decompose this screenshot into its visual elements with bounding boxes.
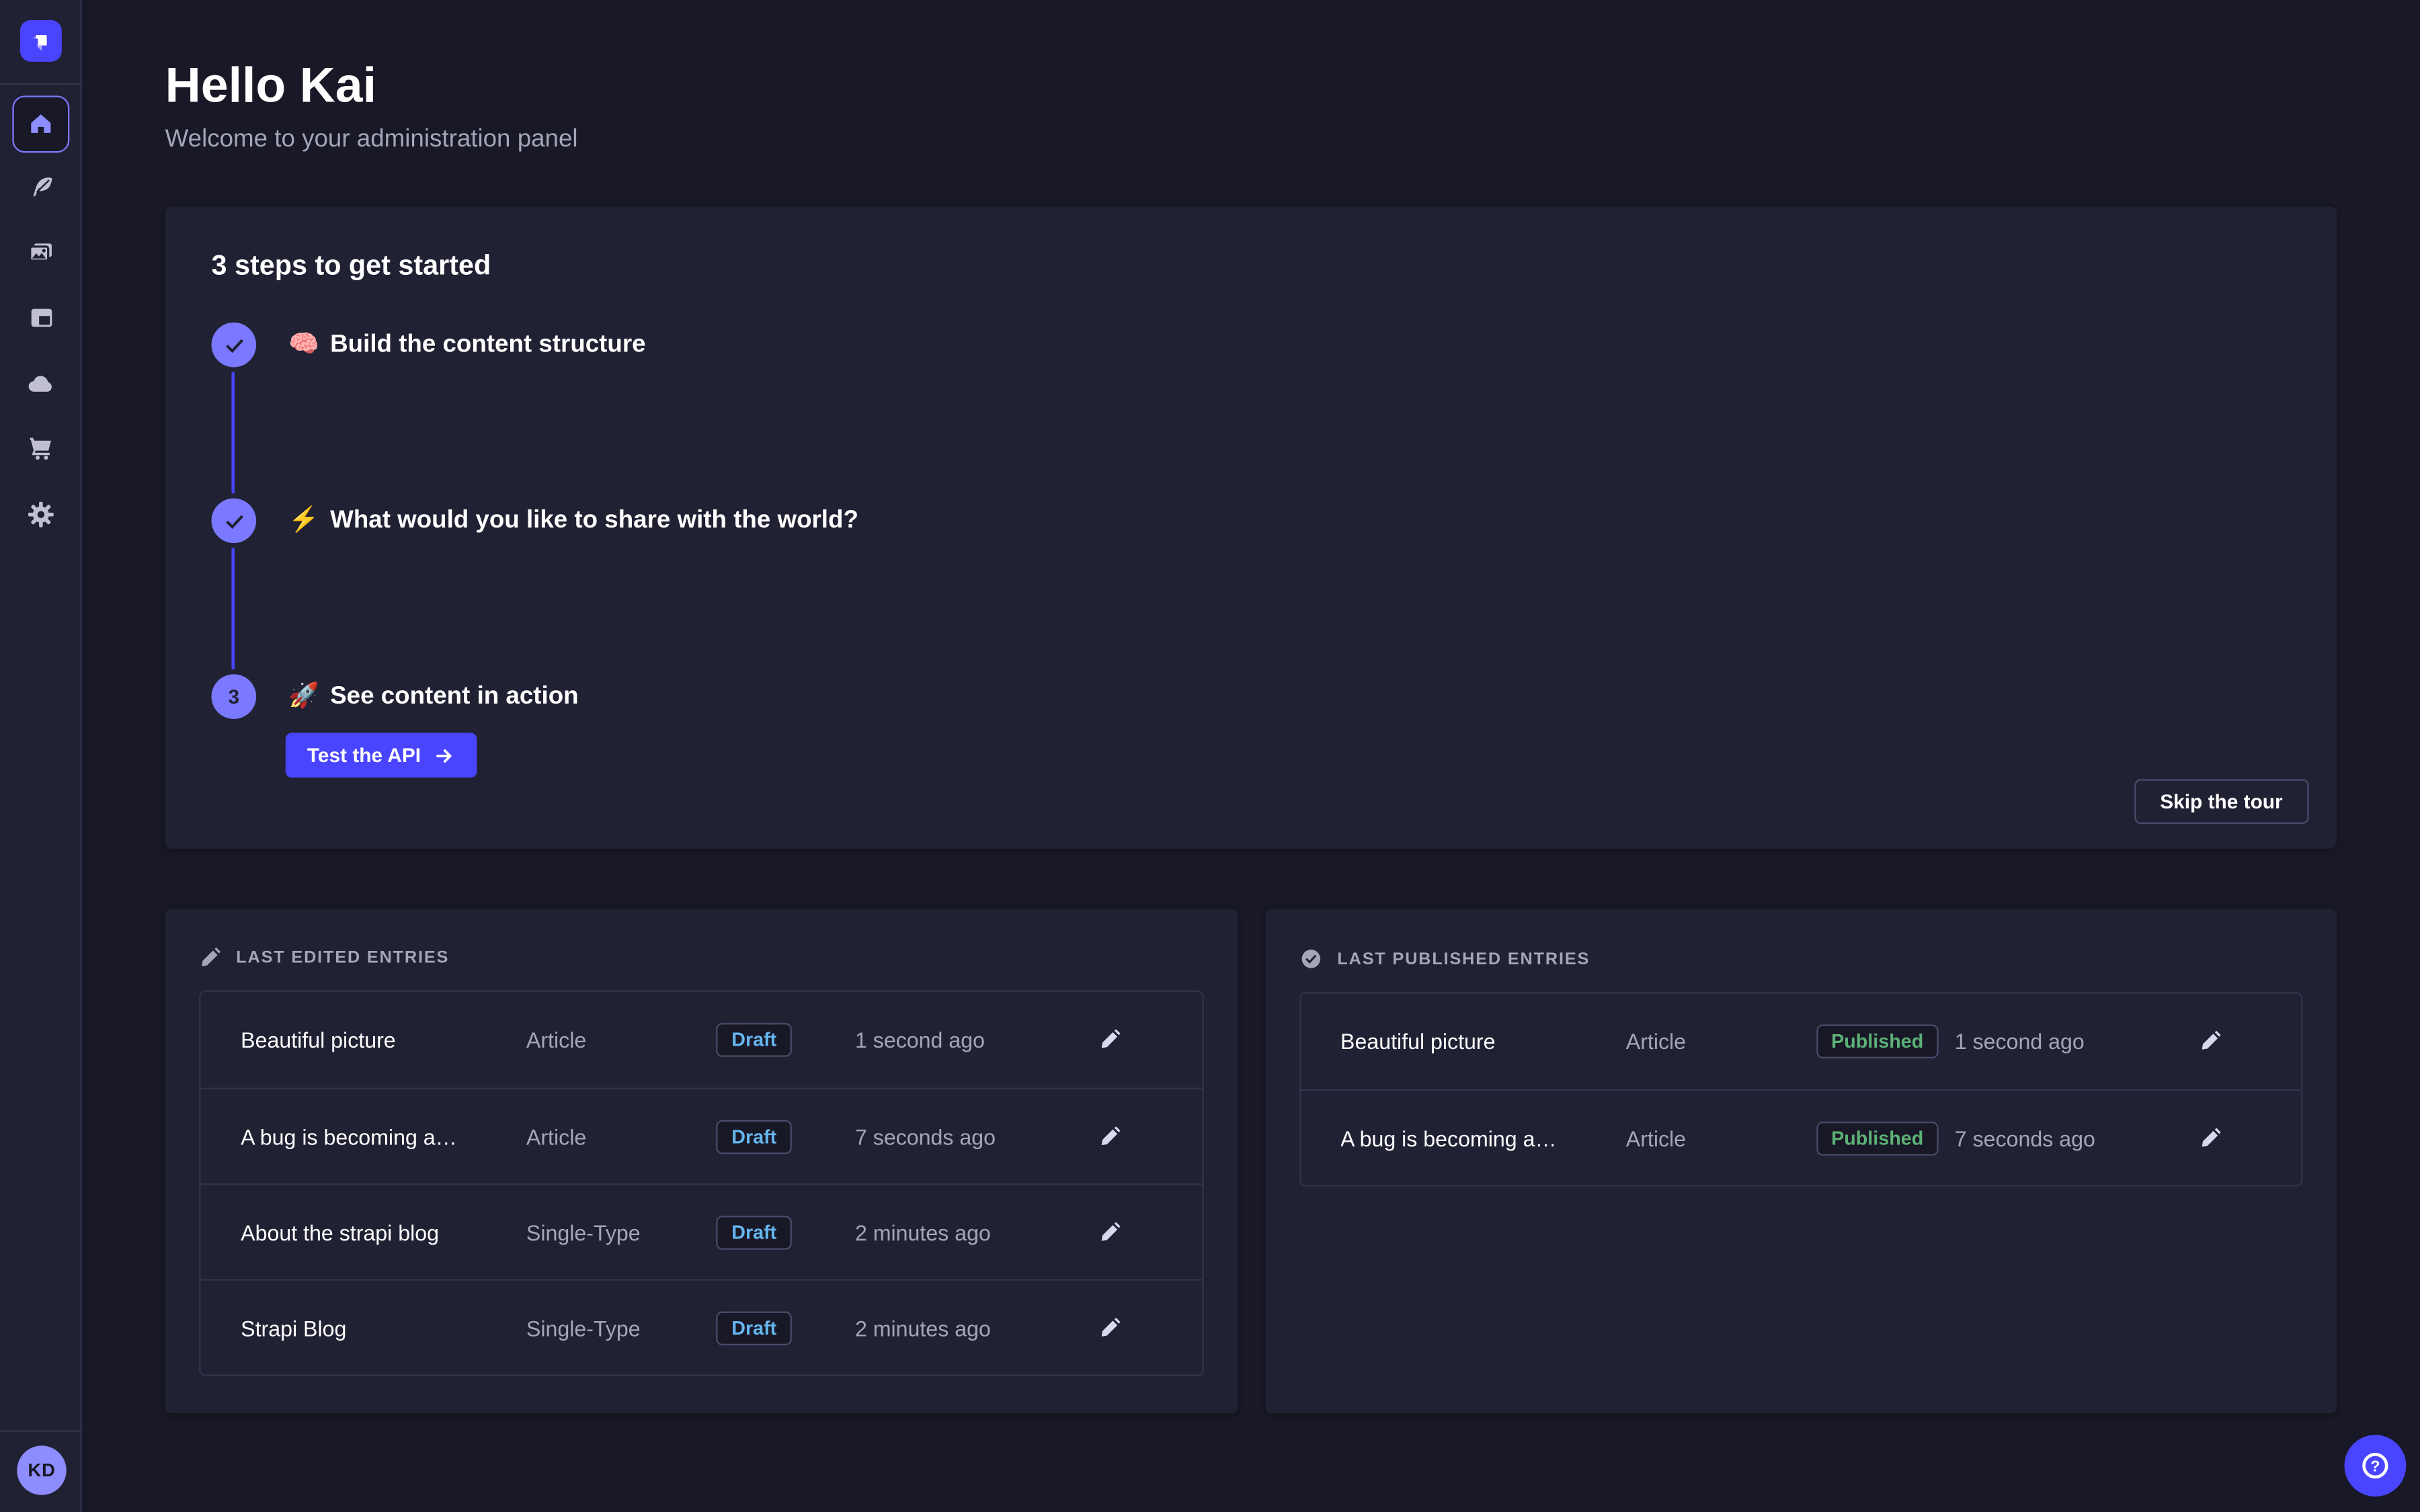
edit-entry-button[interactable] (1099, 1317, 1162, 1339)
last-edited-panel: LAST EDITED ENTRIES Beautiful picture Ar… (165, 909, 1238, 1413)
brain-emoji-icon: 🧠 (288, 332, 319, 358)
status-badge: Draft (716, 1310, 792, 1345)
edit-entry-button[interactable] (1099, 1029, 1162, 1050)
last-edited-table: Beautiful picture Article Draft 1 second… (199, 991, 1203, 1376)
step-1-label: 🧠Build the content structure (288, 329, 645, 363)
step-connector (231, 372, 235, 493)
page-title: Hello Kai (165, 58, 2337, 111)
status-badge: Published (1816, 1121, 1939, 1155)
sidebar: KD (0, 0, 82, 1512)
sidebar-item-settings[interactable] (25, 499, 57, 531)
step-3-label: 🚀See content in action (288, 680, 578, 714)
status-badge: Draft (716, 1120, 792, 1154)
pencil-icon (1099, 1221, 1121, 1243)
arrow-right-icon (433, 745, 454, 766)
status-badge: Draft (716, 1023, 792, 1057)
table-row: Beautiful picture Article Draft 1 second… (200, 992, 1201, 1087)
status-badge: Published (1816, 1024, 1939, 1058)
strapi-admin-home: KD Hello Kai Welcome to your administrat… (0, 0, 2420, 1512)
cloud-icon (25, 366, 57, 401)
status-badge: Draft (716, 1215, 792, 1249)
pencil-icon (1099, 1126, 1121, 1147)
table-row: Beautiful picture Article Published 1 se… (1300, 994, 2301, 1089)
gear-icon (25, 499, 57, 531)
sidebar-item-content-type-builder[interactable] (25, 301, 57, 333)
lightning-emoji-icon: ⚡ (288, 507, 319, 534)
step-2-label: ⚡What would you like to share with the w… (288, 505, 858, 539)
edit-entry-button[interactable] (1099, 1221, 1162, 1243)
layout-icon (26, 302, 56, 333)
table-row: About the strapi blog Single-Type Draft … (200, 1183, 1201, 1279)
home-icon (26, 110, 56, 139)
step-3-number-circle: 3 (212, 674, 257, 719)
pencil-icon (199, 948, 220, 969)
help-button[interactable]: ? (2344, 1435, 2406, 1497)
step-1-check-circle (212, 323, 257, 368)
check-icon (223, 334, 245, 355)
sidebar-item-content-manager[interactable] (25, 171, 57, 204)
last-published-panel: LAST PUBLISHED ENTRIES Beautiful picture… (1265, 909, 2337, 1413)
cart-icon (25, 432, 57, 464)
strapi-logo-icon (28, 28, 54, 54)
edit-entry-button[interactable] (2199, 1127, 2261, 1148)
svg-text:?: ? (2370, 1458, 2380, 1475)
last-edited-header: LAST EDITED ENTRIES (199, 948, 1203, 969)
table-row: A bug is becoming a… Article Published 7… (1300, 1089, 2301, 1185)
test-api-button[interactable]: Test the API (286, 733, 477, 778)
table-row: A bug is becoming a… Article Draft 7 sec… (200, 1088, 1201, 1183)
main-content: Hello Kai Welcome to your administration… (82, 0, 2420, 1512)
pencil-icon (2199, 1031, 2220, 1052)
sidebar-item-home[interactable] (12, 95, 69, 153)
avatar[interactable]: KD (17, 1445, 66, 1495)
check-icon (223, 510, 245, 532)
pencil-icon (1099, 1317, 1121, 1339)
onboarding-title: 3 steps to get started (212, 250, 491, 282)
last-published-header: LAST PUBLISHED ENTRIES (1299, 948, 2302, 970)
edit-entry-button[interactable] (1099, 1126, 1162, 1147)
edit-entry-button[interactable] (2199, 1031, 2261, 1052)
onboarding-panel: 3 steps to get started 🧠Build the conten… (165, 207, 2337, 849)
sidebar-item-deploy[interactable] (25, 367, 57, 399)
step-connector (231, 548, 235, 669)
table-row: Strapi Blog Single-Type Draft 2 minutes … (200, 1279, 1201, 1374)
last-published-table: Beautiful picture Article Published 1 se… (1299, 992, 2302, 1186)
feather-icon (26, 172, 56, 203)
page-subtitle: Welcome to your administration panel (165, 125, 2337, 155)
sidebar-item-marketplace[interactable] (25, 432, 57, 464)
media-library-icon (25, 236, 57, 268)
question-circle-icon: ? (2358, 1449, 2392, 1483)
sidebar-item-media-library[interactable] (25, 236, 57, 268)
pencil-icon (1099, 1029, 1121, 1050)
step-2-check-circle (212, 499, 257, 544)
rocket-emoji-icon: 🚀 (288, 683, 319, 710)
strapi-logo[interactable] (20, 20, 62, 62)
entries-section: LAST EDITED ENTRIES Beautiful picture Ar… (165, 909, 2337, 1413)
sidebar-divider-top (0, 83, 80, 85)
sidebar-divider-bottom (0, 1430, 80, 1431)
pencil-icon (2199, 1127, 2220, 1148)
skip-tour-button[interactable]: Skip the tour (2134, 779, 2308, 824)
check-circle-icon (1299, 948, 1322, 970)
